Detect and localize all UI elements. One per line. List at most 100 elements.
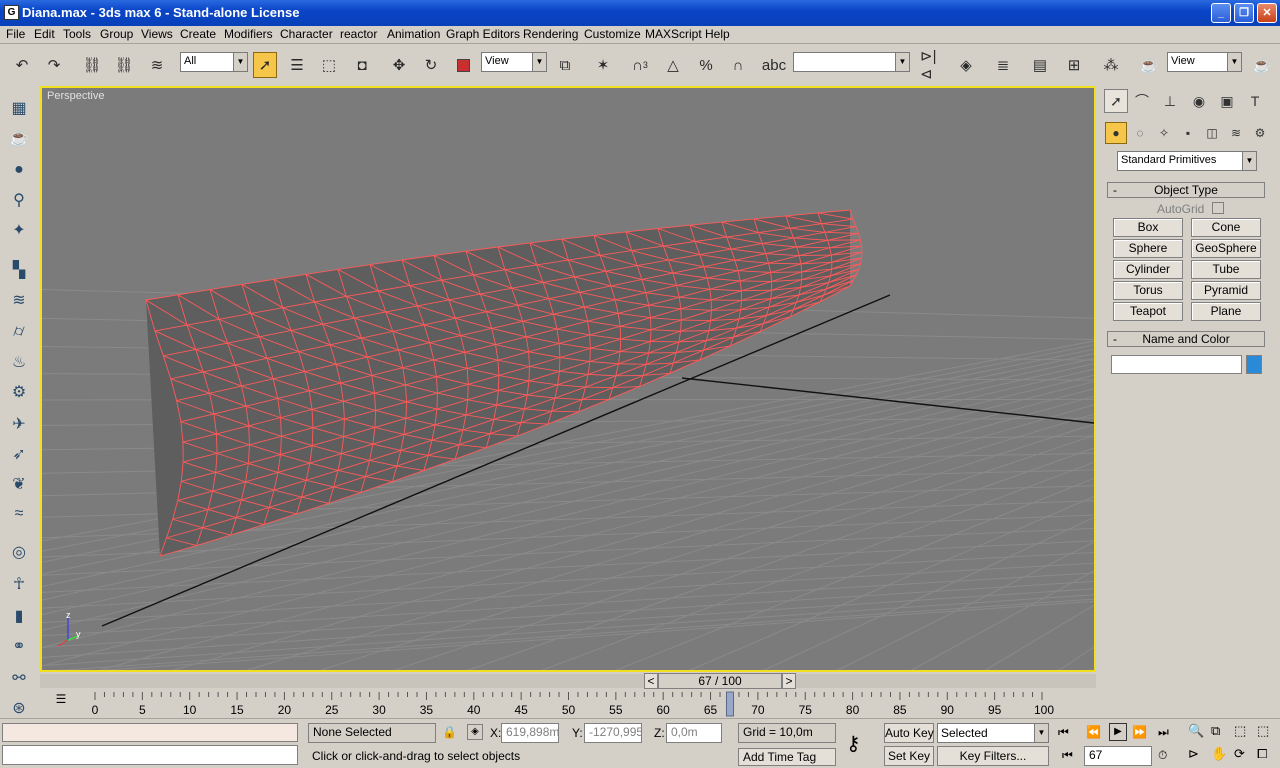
render-scene-icon[interactable]: ☕ (1137, 52, 1161, 78)
add-time-tag-button[interactable]: Add Time Tag (738, 748, 836, 766)
plane-button[interactable]: Plane (1191, 302, 1261, 321)
auto-key-button[interactable]: Auto Key (884, 723, 934, 743)
reference-coordinate-dropdown[interactable]: View ▼ (481, 52, 547, 72)
select-and-scale-icon[interactable] (451, 52, 475, 78)
render-type-dropdown[interactable]: View ▼ (1167, 52, 1242, 72)
checker-icon[interactable]: ▚ (6, 257, 32, 283)
schematic-view-icon[interactable]: ⊞ (1062, 52, 1086, 78)
edit-named-selections-icon[interactable]: abc (762, 52, 786, 78)
percent-snap-icon[interactable]: % (694, 52, 718, 78)
time-configuration-icon[interactable]: ⏱ (1158, 748, 1167, 763)
link-icon[interactable]: ⚭ (6, 633, 32, 659)
helpers-icon[interactable]: ◫ (1201, 122, 1223, 144)
menu-graph-editors[interactable]: Graph Editors (446, 27, 520, 41)
wave-icon[interactable]: ≈ (6, 501, 32, 527)
cameras-icon[interactable]: ▪ (1177, 122, 1199, 144)
select-by-name-icon[interactable]: ☰ (285, 52, 309, 78)
key-mode-toggle-icon[interactable]: ⏮ (1062, 748, 1073, 763)
pan-icon[interactable]: ✋ (1211, 746, 1227, 762)
min-max-toggle-icon[interactable]: ⧠ (1257, 746, 1267, 762)
select-and-rotate-icon[interactable]: ↻ (419, 52, 443, 78)
figure-icon[interactable]: ⚯ (6, 665, 32, 691)
minimize-button[interactable]: _ (1211, 3, 1231, 23)
biped-icon[interactable]: ☥ (6, 571, 32, 597)
motion-tab-icon[interactable]: ◉ (1187, 89, 1211, 113)
snap-toggle-icon[interactable]: ∩ 3 (628, 52, 652, 78)
lights-icon[interactable]: ✧ (1153, 122, 1175, 144)
spinner-snap-icon[interactable]: ∩ (726, 52, 750, 78)
next-frame-slider-button[interactable]: > (782, 673, 796, 689)
unlink-selection-icon[interactable]: ⛓ (112, 52, 136, 78)
menu-customize[interactable]: Customize (584, 27, 641, 41)
menu-animation[interactable]: Animation (387, 27, 440, 41)
arc-rotate-icon[interactable]: ⟳ (1234, 746, 1245, 762)
rectangular-selection-icon[interactable]: ⬚ (317, 52, 341, 78)
menu-edit[interactable]: Edit (34, 27, 55, 41)
object-type-rollout[interactable]: - Object Type (1107, 182, 1265, 198)
sphere-icon[interactable]: ● (6, 157, 32, 183)
undo-icon[interactable]: ↶ (10, 52, 34, 78)
object-name-input[interactable] (1111, 355, 1242, 374)
mirror-icon[interactable]: ⊳|⊲ (920, 48, 944, 83)
y-coordinate-input[interactable]: -1270,995r (584, 723, 642, 743)
layer-manager-icon[interactable]: ≣ (991, 52, 1015, 78)
previous-frame-icon[interactable]: ⏪ (1086, 725, 1101, 739)
zoom-all-icon[interactable]: ⧉ (1211, 723, 1220, 739)
close-button[interactable]: ✕ (1257, 3, 1277, 23)
next-frame-icon[interactable]: ⏩ (1132, 725, 1147, 739)
go-to-end-icon[interactable]: ⏭ (1158, 725, 1169, 740)
viewport-label[interactable]: Perspective (47, 90, 104, 102)
teapot-icon[interactable]: ☕ (6, 125, 32, 151)
select-and-move-icon[interactable]: ✥ (387, 52, 411, 78)
ribbon-icon[interactable]: ❦ (6, 471, 32, 497)
curve-editor-icon[interactable]: ▤ (1028, 52, 1052, 78)
geometry-icon[interactable]: ● (1105, 122, 1127, 144)
selection-filter-dropdown[interactable]: All ▼ (180, 52, 248, 72)
cylinder-button[interactable]: Cylinder (1113, 260, 1183, 279)
panel-icon[interactable]: ▮ (6, 603, 32, 629)
zoom-extents-all-icon[interactable]: ⬚ (1257, 723, 1269, 739)
category-dropdown[interactable]: Standard Primitives ▼ (1117, 151, 1257, 171)
systems-icon[interactable]: ⚙ (1249, 122, 1271, 144)
zoom-extents-icon[interactable]: ⬚ (1234, 723, 1246, 739)
menu-character[interactable]: Character (280, 27, 333, 41)
pyramid-button[interactable]: Pyramid (1191, 281, 1261, 300)
bind-space-warp-icon[interactable]: ≋ (145, 52, 169, 78)
menu-maxscript[interactable]: MAXScript (645, 27, 702, 41)
maxscript-listener-white[interactable] (2, 745, 298, 765)
maxscript-listener-pink[interactable] (2, 723, 298, 742)
box-button[interactable]: Box (1113, 218, 1183, 237)
fish-icon[interactable]: ➶ (6, 441, 32, 467)
play-icon[interactable]: ▶ (1109, 723, 1127, 741)
z-coordinate-input[interactable]: 0,0m (666, 723, 722, 743)
light-icon[interactable]: ⚲ (6, 187, 32, 213)
shapes-icon[interactable]: ◌ (1129, 122, 1151, 144)
align-icon[interactable]: ◈ (954, 52, 978, 78)
menu-rendering[interactable]: Rendering (523, 27, 578, 41)
window-crossing-icon[interactable]: ◘ (350, 52, 374, 78)
set-key-button[interactable]: Set Key (884, 746, 934, 766)
sphere-button[interactable]: Sphere (1113, 239, 1183, 258)
key-mode-dropdown[interactable]: Selected ▼ (937, 723, 1049, 743)
menu-tools[interactable]: Tools (63, 27, 91, 41)
camera-icon[interactable]: ✈ (6, 411, 32, 437)
select-object-icon[interactable]: ➚ (253, 52, 277, 78)
track-bar[interactable]: ☰ 0 5 10 15 20 25 30 35 40 45 50 55 60 65 70 75 80 85 90 95… (40, 690, 1096, 718)
menu-modifiers[interactable]: Modifiers (224, 27, 273, 41)
box-icon[interactable]: ▦ (6, 95, 32, 121)
current-frame-input[interactable]: 67 (1084, 746, 1152, 766)
helix-icon[interactable]: ≋ (6, 287, 32, 313)
menu-help[interactable]: Help (705, 27, 730, 41)
autogrid-checkbox[interactable] (1212, 202, 1224, 214)
quick-render-icon[interactable]: ☕ (1250, 52, 1274, 78)
menu-reactor[interactable]: reactor (340, 27, 377, 41)
x-coordinate-input[interactable]: 619,898m (501, 723, 559, 743)
cylinder-icon[interactable]: ⌭ (6, 319, 32, 345)
geosphere-button[interactable]: GeoSphere (1191, 239, 1261, 258)
material-editor-icon[interactable]: ⁂ (1099, 52, 1123, 78)
display-tab-icon[interactable]: ▣ (1215, 89, 1239, 113)
lamp-icon[interactable]: ♨ (6, 349, 32, 375)
redo-icon[interactable]: ↷ (42, 52, 66, 78)
menu-group[interactable]: Group (100, 27, 133, 41)
manipulate-icon[interactable]: ✶ (591, 52, 615, 78)
